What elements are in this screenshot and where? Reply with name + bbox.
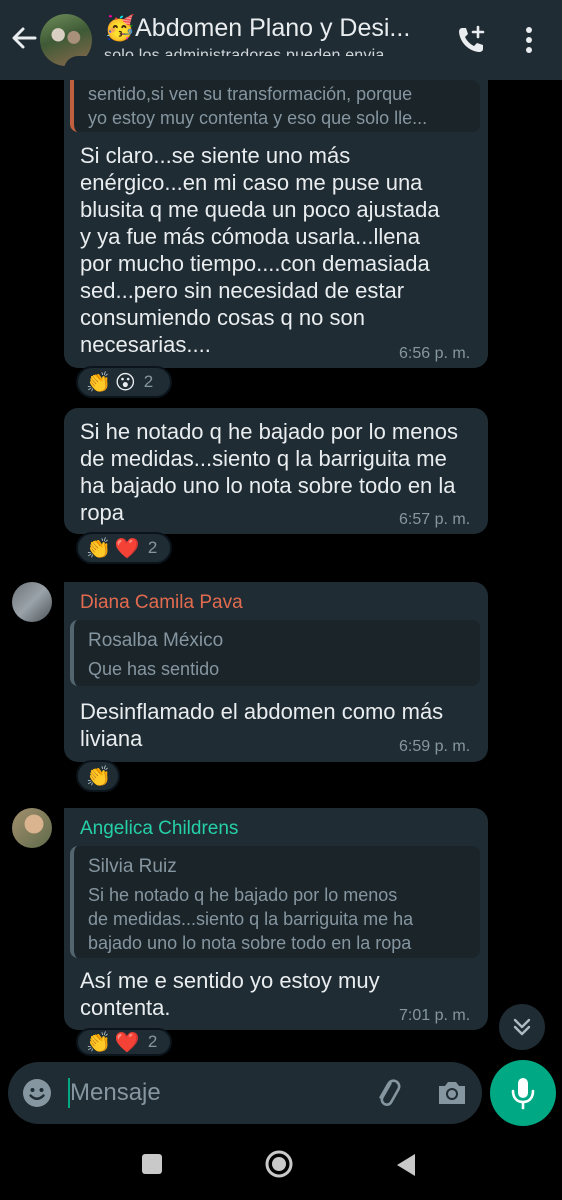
clapping-hands-icon: 👏 bbox=[86, 536, 111, 560]
double-chevron-down-icon bbox=[513, 1018, 531, 1036]
message-text-line: Si claro...se siente uno más bbox=[80, 143, 351, 168]
microphone-icon bbox=[511, 1078, 535, 1110]
surprised-face-icon: 😮 bbox=[114, 370, 136, 394]
quoted-text-line: Si he notado q he bajado por lo menos bbox=[88, 885, 398, 905]
chat-title[interactable]: 🥳Abdomen Plano y Desi... bbox=[104, 14, 439, 43]
heart-icon: ❤️ bbox=[114, 1030, 140, 1054]
message-input[interactable] bbox=[70, 1073, 350, 1113]
emoji-icon[interactable] bbox=[22, 1078, 52, 1108]
message-text-line: Desinflamado el abdomen como más bbox=[80, 699, 444, 724]
message-text-line: y ya fue más cómoda usarla...llena bbox=[80, 224, 420, 249]
quoted-text-line: bajado uno lo nota sobre todo en la ropa bbox=[88, 933, 412, 953]
message-text-line: ropa bbox=[80, 500, 125, 525]
reaction-count: 2 bbox=[143, 372, 154, 391]
reaction-pill[interactable]: 👏 bbox=[76, 760, 120, 792]
message-text-line: ha bajado uno lo nota sobre todo en la bbox=[80, 473, 456, 498]
sender-name[interactable]: Angelica Childrens bbox=[80, 818, 238, 840]
message-text-line: blusita q me queda un poco ajustada bbox=[80, 197, 440, 222]
sender-name[interactable]: Diana Camila Pava bbox=[80, 592, 243, 614]
attach-icon[interactable] bbox=[372, 1076, 404, 1110]
message-text-line: de medidas...siento q la barriguita me bbox=[80, 446, 447, 471]
quoted-author: Rosalba México bbox=[88, 630, 224, 651]
quoted-text-line: Que has sentido bbox=[88, 659, 220, 679]
message-timestamp: 6:57 p. m. bbox=[399, 511, 471, 528]
message-text-line: enérgico...en mi caso me puse una bbox=[80, 170, 423, 195]
back-arrow-icon[interactable] bbox=[8, 22, 40, 54]
clapping-hands-icon: 👏 bbox=[86, 1030, 111, 1054]
more-options-icon[interactable] bbox=[515, 24, 543, 56]
message-text-line: contenta. bbox=[80, 995, 171, 1020]
quoted-text-line: sentido,si ven su transformación, porque bbox=[88, 84, 413, 104]
quoted-author: Silvia Ruiz bbox=[88, 856, 177, 877]
quoted-text-line: yo estoy muy contenta y eso que solo lle… bbox=[88, 108, 428, 128]
message-text-line: Si he notado q he bajado por lo menos bbox=[80, 419, 458, 444]
reaction-count: 2 bbox=[147, 1032, 158, 1051]
sender-avatar[interactable] bbox=[12, 808, 52, 848]
message-text-line: Así me e sentido yo estoy muy bbox=[80, 968, 380, 993]
message-timestamp: 7:01 p. m. bbox=[399, 1007, 471, 1024]
scroll-to-bottom-button[interactable] bbox=[499, 1004, 545, 1050]
message-text-line: por mucho tiempo....con demasiada bbox=[80, 251, 430, 276]
clapping-hands-icon: 👏 bbox=[86, 764, 111, 788]
reaction-pill[interactable]: 👏 ❤️ 2 bbox=[76, 1028, 172, 1056]
clapping-hands-icon: 👏 bbox=[86, 370, 111, 394]
quoted-text-line: de medidas...siento q la barriguita me h… bbox=[88, 909, 414, 929]
sender-avatar[interactable] bbox=[12, 582, 52, 622]
message-text-line: necesarias.... bbox=[80, 332, 211, 357]
nav-back-icon[interactable] bbox=[394, 1152, 418, 1178]
home-icon[interactable] bbox=[264, 1149, 294, 1179]
voice-message-button[interactable] bbox=[490, 1060, 556, 1126]
reaction-pill[interactable]: 👏 ❤️ 2 bbox=[76, 532, 172, 564]
add-call-icon[interactable] bbox=[455, 24, 487, 56]
message-text-line: sed...pero sin necesidad de estar bbox=[80, 278, 405, 303]
reaction-count: 2 bbox=[147, 538, 158, 557]
camera-icon[interactable] bbox=[436, 1078, 468, 1108]
message-text-line: liviana bbox=[80, 726, 143, 751]
message-timestamp: 6:56 p. m. bbox=[399, 345, 471, 362]
heart-icon: ❤️ bbox=[114, 536, 140, 560]
reaction-pill[interactable]: 👏 😮 2 bbox=[76, 366, 172, 398]
recent-apps-icon[interactable] bbox=[142, 1154, 162, 1174]
message-text-line: consumiendo cosas q no son bbox=[80, 305, 365, 330]
message-timestamp: 6:59 p. m. bbox=[399, 738, 471, 755]
